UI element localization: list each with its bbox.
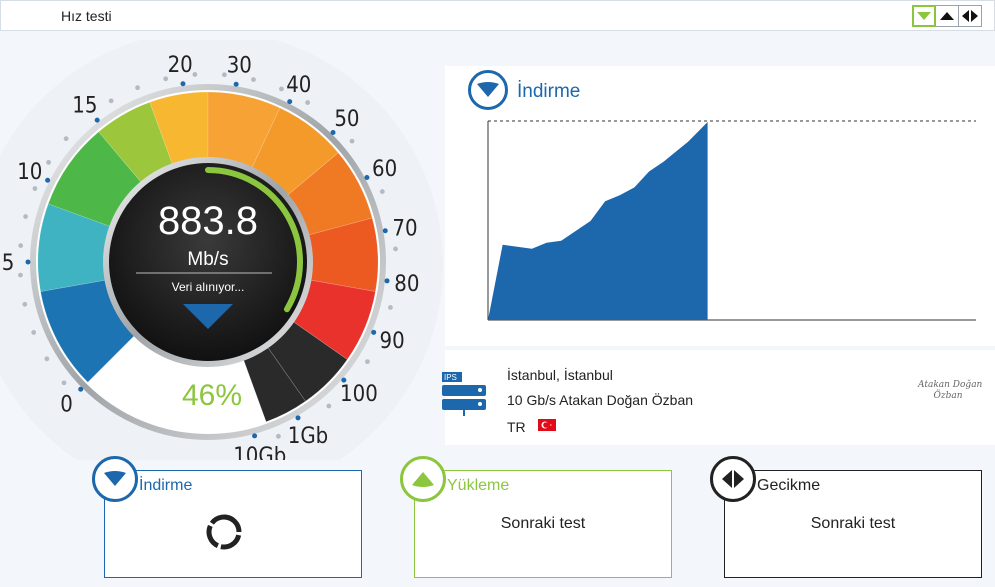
upload-card-badge (400, 456, 446, 502)
gauge-tick-label: 15 (72, 93, 97, 118)
gauge-tick-label: 10Gb (233, 444, 286, 460)
status-text: Veri alınıyor... (172, 280, 245, 294)
gauge-major-tick (287, 99, 293, 105)
gauge-minor-dot (379, 189, 385, 194)
gauge-tick-label: 50 (334, 107, 359, 132)
speed-test-app: { "window": { "title": "Hız testi" }, "w… (0, 0, 995, 587)
gauge-tick-label: 10 (17, 160, 42, 185)
signature: Atakan Doğan Özban (918, 380, 983, 401)
progress-percent: 46% (182, 379, 242, 412)
gauge-major-tick (233, 81, 239, 87)
gauge-major-tick (94, 117, 100, 123)
gauge-tick-label: 5 (2, 251, 15, 276)
server-location: İstanbul, İstanbul (507, 367, 613, 383)
gauge-minor-dot (305, 100, 311, 105)
graph-download-icon-badge (468, 70, 508, 110)
upload-card[interactable]: Yükleme Sonraki test (414, 470, 672, 578)
latency-card-label: Gecikme (757, 477, 821, 494)
download-card-label: İndirme (139, 477, 193, 494)
gauge-minor-dot (276, 433, 281, 439)
title-bar: Hız testi (0, 0, 995, 31)
speed-value: 883.8 (158, 199, 258, 243)
upload-mode-button[interactable] (935, 5, 959, 27)
turkey-flag-icon (538, 419, 556, 431)
gauge-minor-dot (393, 246, 398, 252)
gauge-major-tick (384, 278, 390, 284)
gauge-tick-label: 1Gb (288, 424, 329, 449)
gauge-minor-dot (18, 243, 24, 249)
gauge-tick-label: 20 (168, 53, 193, 78)
gauge-tick-label: 80 (394, 272, 419, 297)
server-icon: IPS (442, 372, 486, 416)
gauge-major-tick (371, 329, 377, 335)
triangle-down-icon (917, 12, 931, 20)
left-right-arrows-icon (722, 470, 744, 488)
gauge-minor-dot (46, 159, 51, 165)
graph-area-series (488, 122, 708, 320)
gauge-minor-dot (22, 301, 28, 307)
latency-card-badge (710, 456, 756, 502)
gauge-minor-dot (108, 98, 114, 104)
upload-card-label: Yükleme (447, 477, 510, 494)
gauge-major-tick (45, 177, 51, 183)
gauge-minor-dot (18, 272, 23, 278)
latency-mode-button[interactable] (958, 5, 982, 27)
gauge-major-tick (364, 174, 370, 180)
server-provider: 10 Gb/s Atakan Doğan Özban (507, 392, 694, 408)
left-right-arrows-icon (962, 10, 978, 22)
download-card-badge (92, 456, 138, 502)
mode-buttons (912, 5, 982, 27)
gauge-tick-label: 60 (372, 157, 397, 182)
gauge-minor-dot (44, 356, 50, 362)
gauge-minor-dot (23, 214, 28, 219)
triangle-down-icon (477, 82, 499, 97)
gauge-minor-dot (135, 85, 140, 91)
gauge-minor-dot (279, 86, 284, 92)
gauge-tick-label: 70 (392, 216, 417, 241)
download-graph (487, 120, 976, 321)
download-mode-button[interactable] (912, 5, 936, 27)
server-country: TR (507, 419, 526, 435)
upload-card-status: Sonraki test (500, 515, 586, 532)
gauge-tick-label: 100 (340, 382, 378, 407)
gauge-major-tick (180, 81, 186, 87)
gauge-major-tick (382, 228, 388, 234)
triangle-up-icon (940, 12, 954, 20)
latency-card[interactable]: Gecikme Sonraki test (724, 470, 982, 578)
gauge-major-tick (252, 433, 258, 439)
gauge-minor-dot (326, 403, 332, 409)
gauge-tick-label: 90 (380, 329, 405, 354)
download-card[interactable]: İndirme (104, 470, 362, 578)
gauge-minor-dot (365, 359, 370, 365)
window-title: Hız testi (61, 8, 112, 24)
gauge-minor-dot (63, 136, 69, 142)
speed-unit: Mb/s (187, 249, 228, 270)
gauge-minor-dot (61, 380, 67, 386)
gauge-minor-dot (31, 330, 37, 335)
gauge-major-tick (25, 259, 31, 265)
gauge-minor-dot (32, 186, 38, 191)
gauge-tick-label: 0 (60, 392, 73, 417)
triangle-down-icon (104, 471, 126, 486)
gauge-tick-label: 30 (227, 53, 252, 78)
gauge-tick-label: 40 (286, 73, 311, 98)
latency-card-status: Sonraki test (810, 515, 896, 532)
gauge-minor-dot (192, 72, 198, 77)
triangle-up-icon (412, 472, 434, 487)
gauge-major-tick (295, 415, 301, 421)
gauge-minor-dot (349, 138, 355, 144)
graph-title: İndirme (517, 81, 581, 102)
gauge-major-tick (78, 386, 84, 392)
speed-gauge: 0 5 10 15 20 30 40 50 60 70 80 90 100 1Gb10Gb 883.8 M… (0, 40, 443, 460)
ips-badge: IPS (444, 373, 457, 382)
gauge-minor-dot (388, 305, 393, 310)
refresh-icon (206, 514, 242, 550)
